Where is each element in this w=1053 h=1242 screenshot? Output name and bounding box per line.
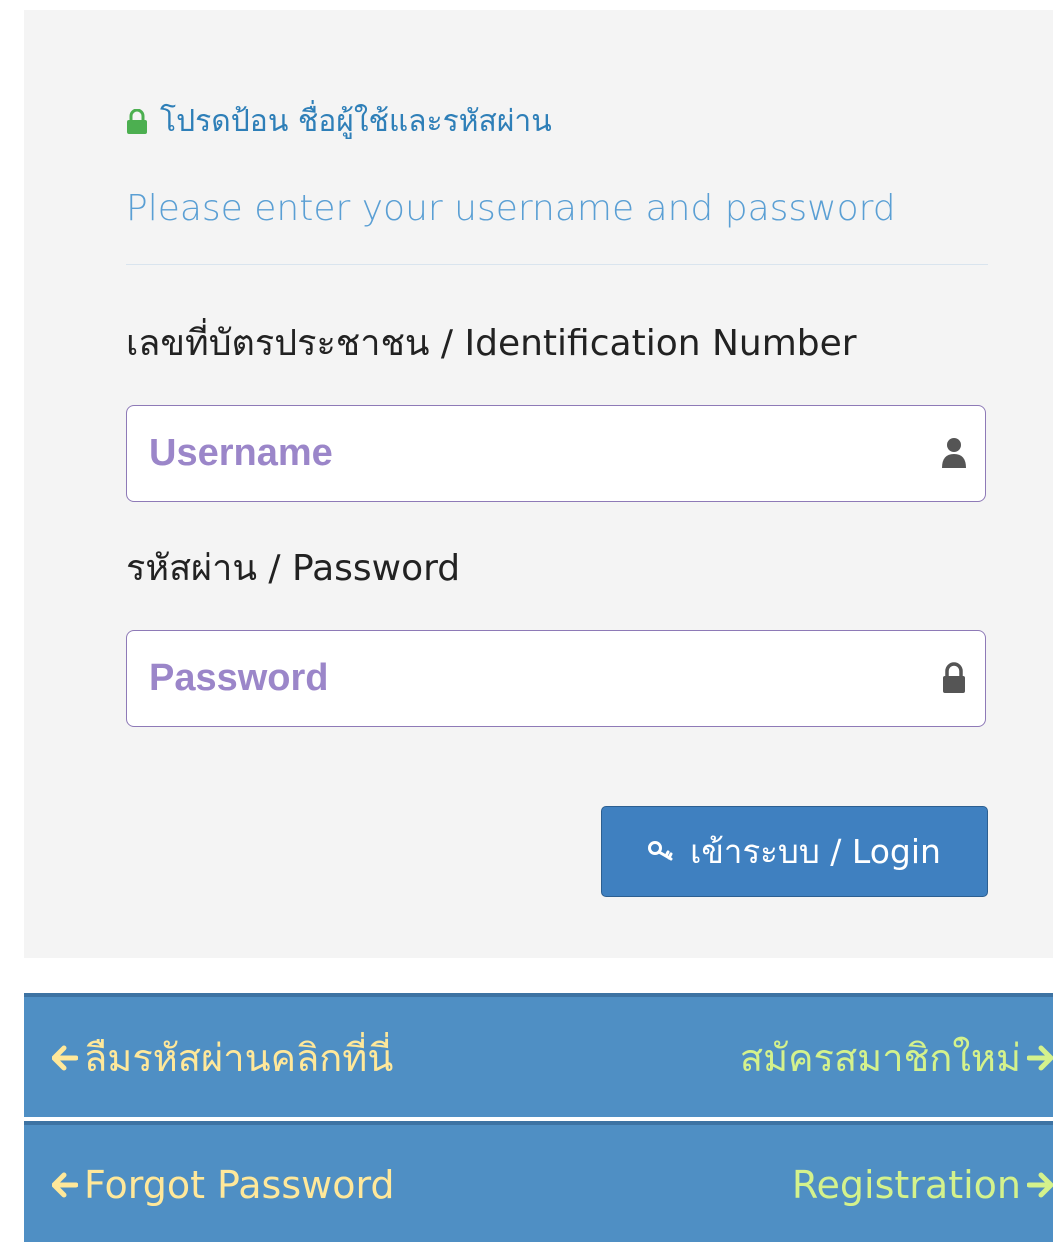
forgot-password-link-thai[interactable]: ลืมรหัสผ่านคลิกที่นี่ (52, 1033, 393, 1083)
lock-icon (126, 109, 148, 135)
heading-text: โปรดป้อน ชื่อผู้ใช้และรหัสผ่าน (160, 104, 552, 139)
password-input[interactable] (127, 631, 907, 726)
arrow-left-icon (52, 1172, 78, 1198)
forgot-label: Forgot Password (84, 1163, 395, 1207)
arrow-left-icon (52, 1045, 78, 1071)
forgot-password-link[interactable]: Forgot Password (52, 1160, 395, 1210)
id-label: เลขที่บัตรประชาชน / Identification Numbe… (126, 323, 857, 364)
user-icon (941, 436, 967, 470)
login-subheading: Please enter your username and password (126, 188, 896, 229)
divider (126, 264, 988, 265)
password-label: รหัสผ่าน / Password (126, 548, 461, 589)
page: โปรดป้อน ชื่อผู้ใช้และรหัสผ่าน Please en… (0, 0, 1053, 1242)
arrow-right-icon (1027, 1045, 1053, 1071)
registration-link[interactable]: Registration (792, 1160, 1053, 1210)
login-panel: โปรดป้อน ชื่อผู้ใช้และรหัสผ่าน Please en… (24, 10, 1053, 958)
footer-row-thai: ลืมรหัสผ่านคลิกที่นี่ สมัครสมาชิกใหม่ (24, 993, 1053, 1117)
footer-row-english: Forgot Password Registration (24, 1121, 1053, 1242)
login-heading: โปรดป้อน ชื่อผู้ใช้และรหัสผ่าน (126, 102, 552, 142)
lock-icon (941, 661, 967, 695)
login-button-label: เข้าระบบ / Login (690, 832, 941, 871)
forgot-label-thai: ลืมรหัสผ่านคลิกที่นี่ (84, 1036, 394, 1080)
registration-label: Registration (791, 1163, 1021, 1207)
register-link-thai[interactable]: สมัครสมาชิกใหม่ (740, 1033, 1053, 1083)
login-button[interactable]: เข้าระบบ / Login (601, 806, 988, 897)
register-label-thai: สมัครสมาชิกใหม่ (739, 1036, 1021, 1080)
arrow-right-icon (1027, 1172, 1053, 1198)
key-icon (648, 832, 676, 871)
username-field[interactable] (126, 405, 986, 502)
password-field[interactable] (126, 630, 986, 727)
username-input[interactable] (127, 406, 907, 501)
